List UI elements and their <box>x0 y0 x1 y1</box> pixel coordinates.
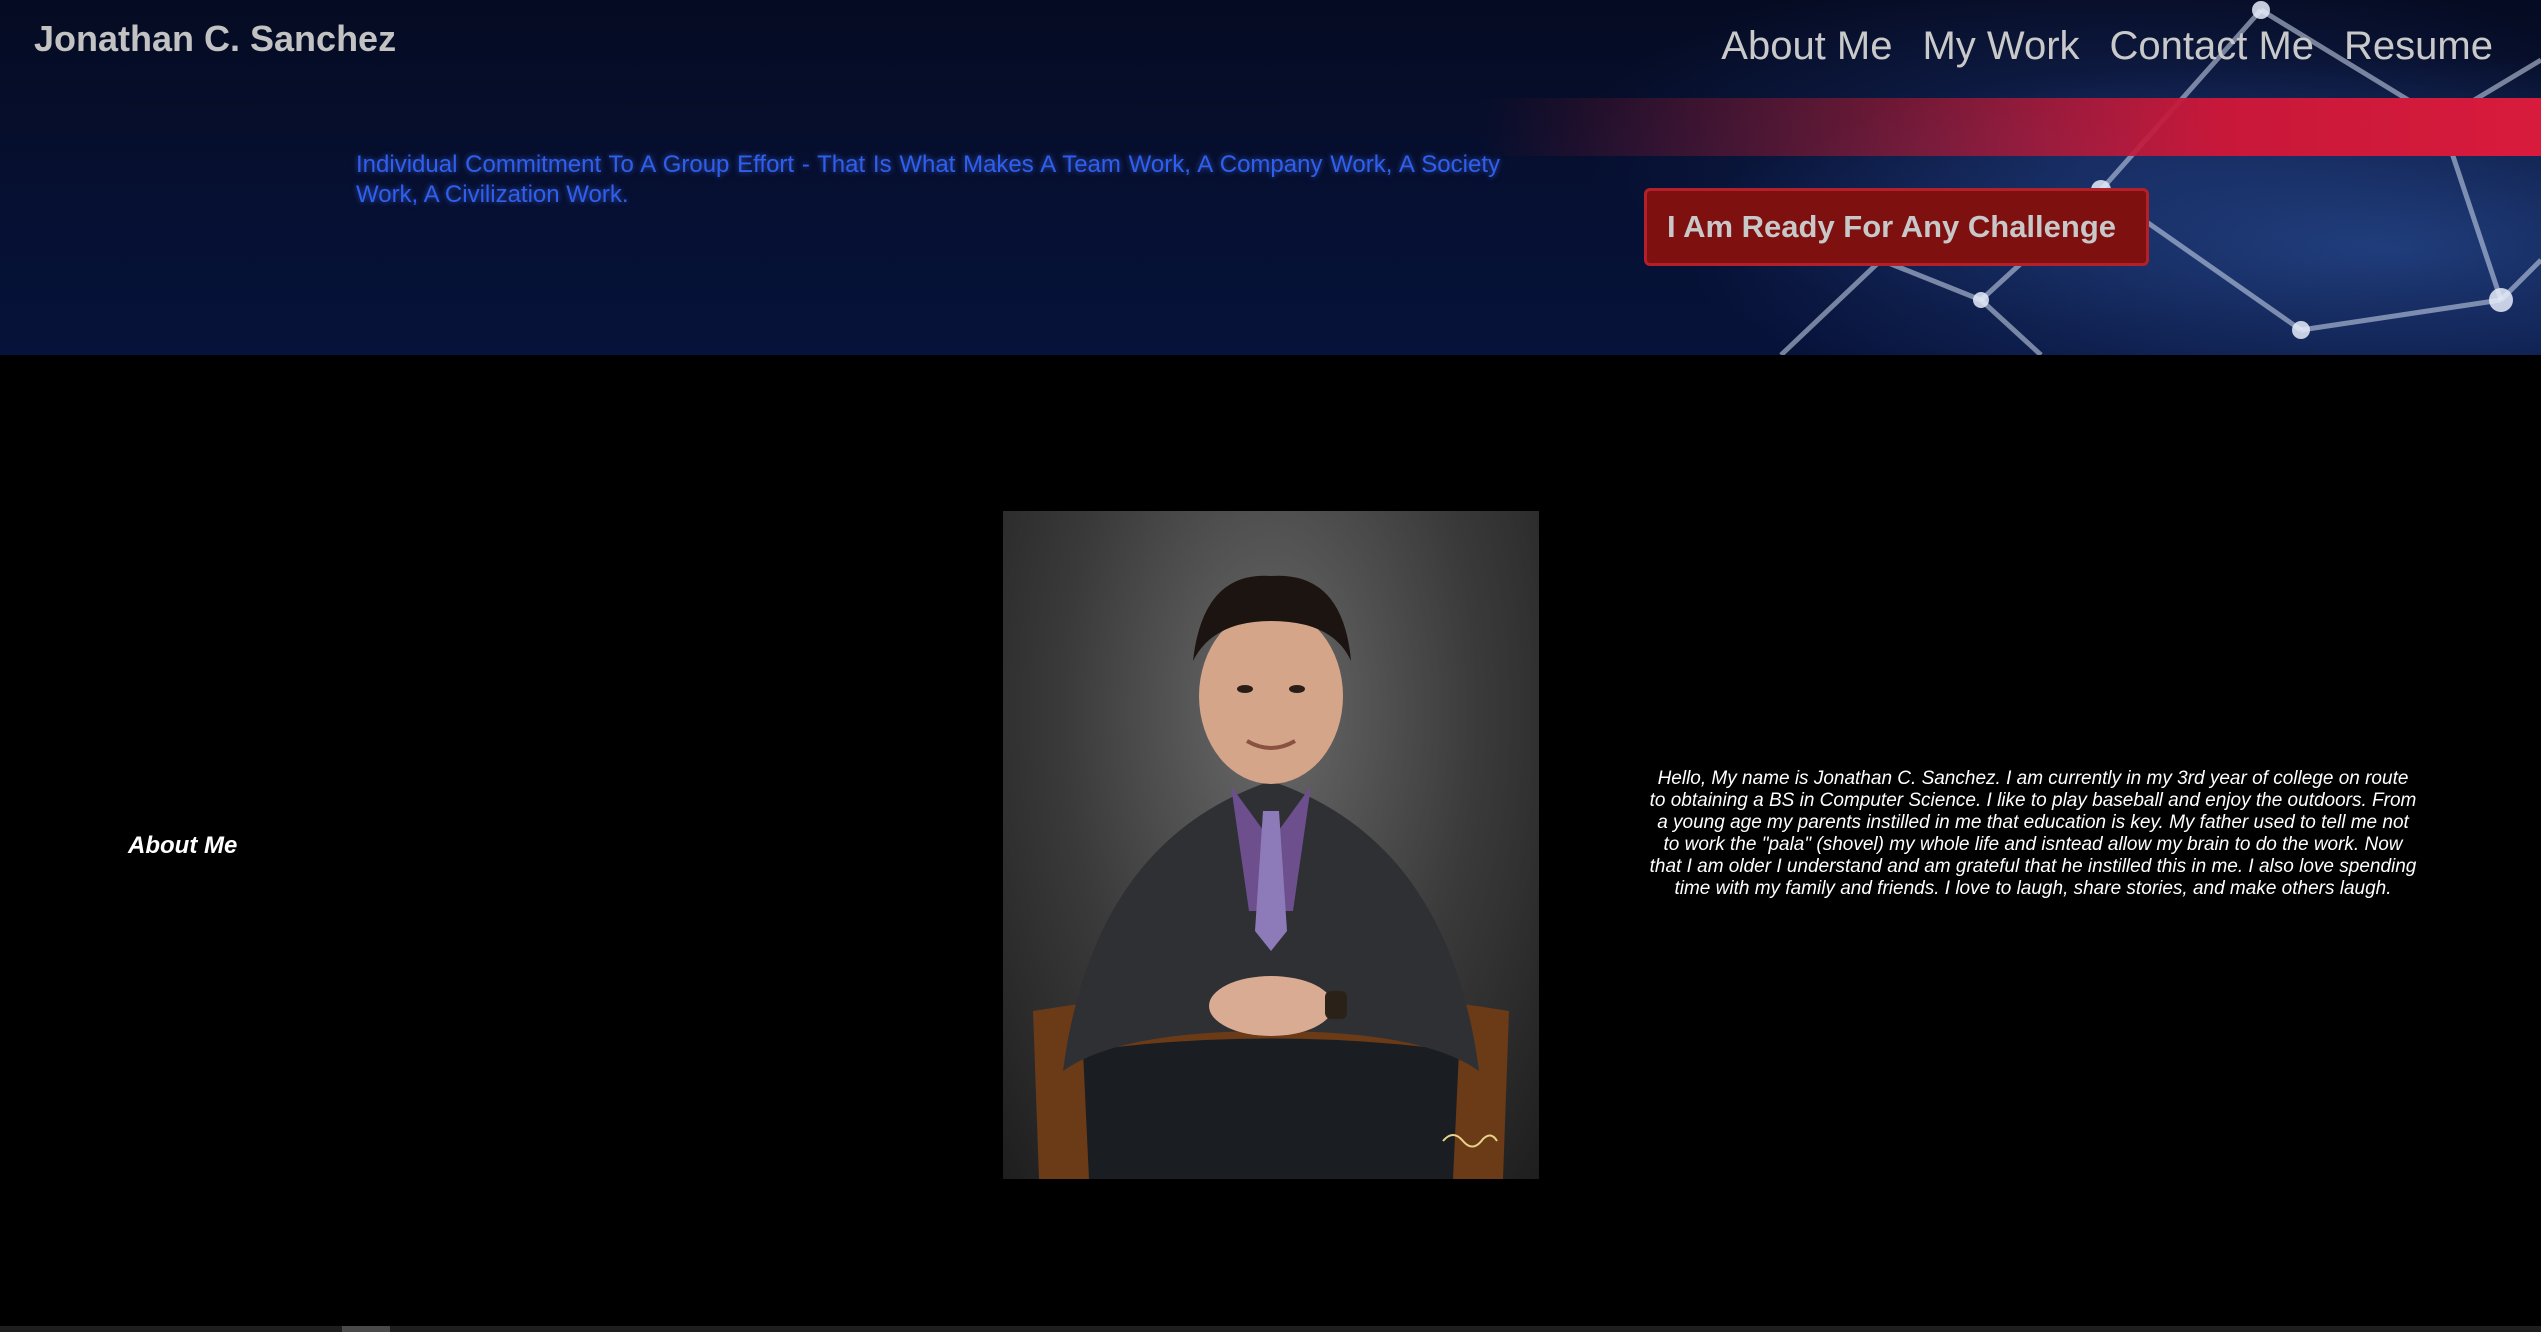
nav-item-my-work[interactable]: My Work <box>1922 24 2079 69</box>
challenge-button[interactable]: I Am Ready For Any Challenge <box>1644 188 2149 266</box>
site-name[interactable]: Jonathan C. Sanchez <box>34 18 396 60</box>
nav-item-resume[interactable]: Resume <box>2344 24 2493 69</box>
nav-item-about-me[interactable]: About Me <box>1721 24 1892 69</box>
about-me-heading: About Me <box>128 832 238 859</box>
nav-item-contact-me[interactable]: Contact Me <box>2110 24 2315 69</box>
main-nav: About Me My Work Contact Me Resume <box>1721 24 2493 69</box>
red-accent-band <box>1481 98 2541 156</box>
hero-header: Jonathan C. Sanchez About Me My Work Con… <box>0 0 2541 355</box>
page: Jonathan C. Sanchez About Me My Work Con… <box>0 0 2541 1332</box>
portrait-photo <box>1003 511 1539 1179</box>
horizontal-scrollbar-thumb[interactable] <box>342 1326 390 1332</box>
hero-quote: Individual Commitment To A Group Effort … <box>356 151 1500 208</box>
about-me-bio: Hello, My name is Jonathan C. Sanchez. I… <box>1649 768 2417 899</box>
